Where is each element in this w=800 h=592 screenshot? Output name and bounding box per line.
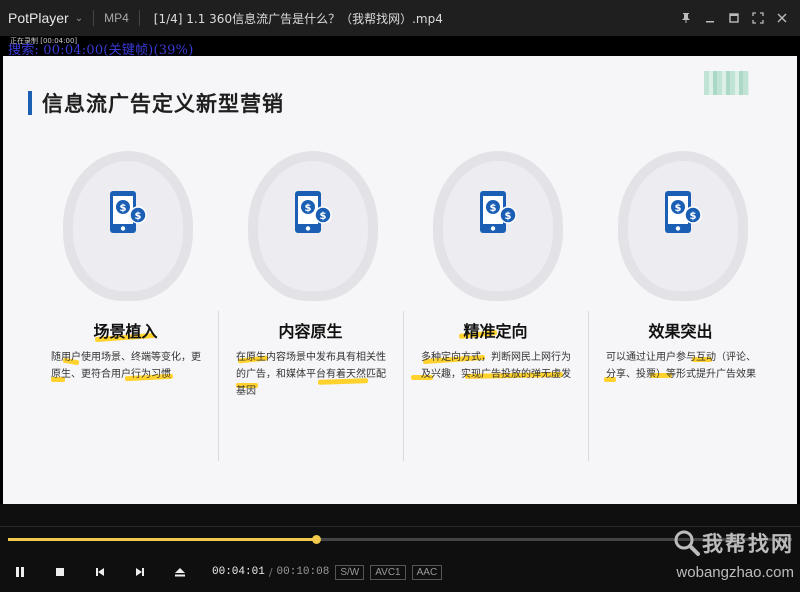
file-title: [1/4] 1.1 360信息流广告是什么？（我帮找网）.mp4 [153,11,443,26]
window-controls [674,8,794,28]
audio-codec-tag[interactable]: AAC [411,564,443,580]
seek-bar-fill [8,538,316,541]
svg-text:$: $ [305,203,312,214]
card-heading: 精准定向 [463,322,528,341]
stop-icon [56,568,64,576]
watermark-url: wobangzhao.com [676,564,794,581]
video-codec-tag[interactable]: AVC1 [370,564,406,580]
title-divider [93,10,95,26]
svg-text:$: $ [690,211,697,222]
player-controls: 00:04:01 / 00:10:08 S/W AVC1 AAC 我帮找网 wo… [0,504,800,592]
eject-button[interactable] [160,557,200,587]
title-accent-bar [28,91,32,115]
title-bar: PotPlayer ⌄ MP4 [1/4] 1.1 360信息流广告是什么？（我… [0,0,800,36]
pause-button[interactable] [0,557,40,587]
feature-card: $ $ 场景植入 随用户使用场景、终端等变化，更原生、更符合用户行为习惯 [33,151,218,461]
card-heading: 内容原生 [278,322,343,341]
format-label: MP4 [104,11,129,25]
stop-button[interactable] [40,557,80,587]
search-icon [674,530,700,556]
seek-bar-thumb[interactable] [311,535,321,544]
fullscreen-icon[interactable] [746,8,770,28]
svg-text:$: $ [135,211,142,222]
app-name[interactable]: PotPlayer [0,10,69,26]
maximize-icon[interactable] [722,8,746,28]
chevron-down-icon[interactable]: ⌄ [75,13,83,24]
mobile-payment-icon: $ $ [110,191,147,233]
blurred-logo [704,71,749,95]
pin-icon[interactable] [674,8,698,28]
watermark-text: 我帮找网 [702,532,794,556]
svg-text:$: $ [490,203,497,214]
svg-text:$: $ [320,211,327,222]
card-body: 随用户使用场景、终端等变化，更原生、更符合用户行为习惯 [51,352,201,380]
video-frame[interactable]: 信息流广告定义新型营销 $ $ 场景植入 随用户使用场景、终端等变化，更原生、更… [3,56,797,504]
previous-icon [96,568,104,576]
eject-icon [175,568,185,577]
watermark: 我帮找网 wobangzhao.com [672,528,794,581]
current-time: 00:04:01 [212,566,265,578]
feature-card: $ $ 内容原生 在原生内容场景中发布具有相关性的广告，和媒体平台有着天然匹配基… [218,151,403,461]
feature-cards: $ $ 场景植入 随用户使用场景、终端等变化，更原生、更符合用户行为习惯 $ $ [33,151,773,461]
minimize-icon[interactable] [698,8,722,28]
next-button[interactable] [120,557,160,587]
renderer-tag[interactable]: S/W [335,564,365,580]
card-body: 可以通过让用户参与互动（评论、分享、投票）等形式提升广告效果 [606,352,756,380]
pause-icon [16,567,24,577]
svg-text:$: $ [505,211,512,222]
total-time: 00:10:08 [276,566,330,578]
card-heading: 效果突出 [648,322,713,341]
close-icon[interactable] [770,8,794,28]
mobile-payment-icon: $ $ [295,191,332,233]
slide-title: 信息流广告定义新型营销 [42,92,284,116]
svg-text:$: $ [120,203,127,214]
svg-text:$: $ [675,203,682,214]
feature-card: $ $ 效果突出 可以通过让用户参与互动（评论、分享、投票）等形式提升广告效果 [588,151,773,461]
card-heading: 场景植入 [93,322,158,341]
previous-button[interactable] [80,557,120,587]
seek-bar-top-line [0,526,800,527]
slide-header: 信息流广告定义新型营销 [28,88,284,118]
next-icon [136,568,144,576]
card-body: 多种定向方式，判断网民上网行为及兴趣，实现广告投放的弹无虚发 [421,352,571,380]
mobile-payment-icon: $ $ [480,191,517,233]
mobile-payment-icon: $ $ [665,191,702,233]
time-separator: / [268,565,273,579]
card-body: 在原生内容场景中发布具有相关性的广告，和媒体平台有着天然匹配基因 [236,352,386,397]
feature-card: $ $ 精准定向 多种定向方式，判断网民上网行为及兴趣，实现广告投放的弹无虚发 [403,151,588,461]
title-divider [138,10,140,26]
